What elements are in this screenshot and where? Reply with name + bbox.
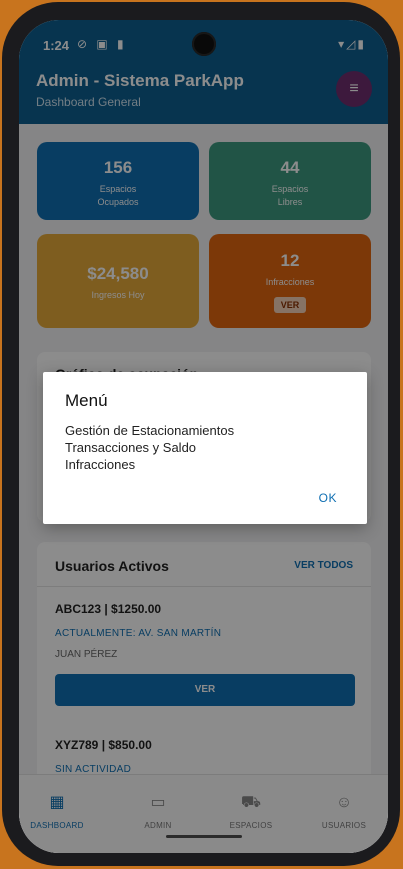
gesture-bar[interactable] <box>166 835 242 838</box>
menu-item-transactions[interactable]: Transacciones y Saldo <box>65 439 234 456</box>
phone-frame: 1:24 ⊘ ▣ ▮ ▾◿▮ Admin - Sistema ParkApp D… <box>2 2 400 866</box>
dialog-title: Menú <box>65 391 108 410</box>
dialog-menu-list: Gestión de Estacionamientos Transaccione… <box>65 422 234 473</box>
menu-dialog: Menú Gestión de Estacionamientos Transac… <box>43 372 367 524</box>
menu-item-infractions[interactable]: Infracciones <box>65 456 234 473</box>
screen: 1:24 ⊘ ▣ ▮ ▾◿▮ Admin - Sistema ParkApp D… <box>19 20 388 853</box>
ok-button[interactable]: OK <box>319 491 337 505</box>
menu-item-parking-management[interactable]: Gestión de Estacionamientos <box>65 422 234 439</box>
